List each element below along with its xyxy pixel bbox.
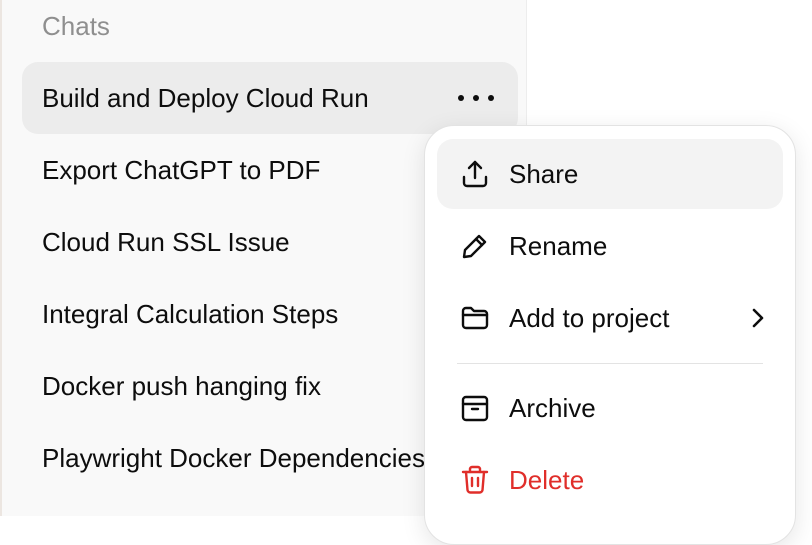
menu-item-delete[interactable]: Delete xyxy=(437,445,783,515)
share-icon xyxy=(462,160,488,188)
chevron-right-icon xyxy=(752,308,764,328)
menu-item-label: Rename xyxy=(509,231,608,261)
chat-item-label: Cloud Run SSL Issue xyxy=(42,227,290,257)
pencil-icon xyxy=(462,234,487,259)
chat-context-menu: Share Rename Add to project Archive Dele… xyxy=(424,125,796,545)
menu-item-label: Share xyxy=(509,159,579,189)
trash-icon xyxy=(461,465,489,494)
chat-item-build-deploy-cloud-run[interactable]: Build and Deploy Cloud Run xyxy=(22,62,518,134)
menu-item-archive[interactable]: Archive xyxy=(437,373,783,443)
chat-item-label: Export ChatGPT to PDF xyxy=(42,155,321,185)
folder-icon xyxy=(461,306,489,330)
chat-item-label: Playwright Docker Dependencies xyxy=(42,443,425,473)
chat-item-label: Integral Calculation Steps xyxy=(42,299,339,329)
more-options-icon[interactable] xyxy=(458,86,494,110)
menu-item-label: Delete xyxy=(509,465,585,495)
chat-item-label: Docker push hanging fix xyxy=(42,371,321,401)
chats-section-label: Chats xyxy=(42,11,110,41)
menu-item-rename[interactable]: Rename xyxy=(437,211,783,281)
menu-item-label: Add to project xyxy=(509,303,670,333)
menu-item-add-to-project[interactable]: Add to project xyxy=(437,283,783,353)
menu-item-label: Archive xyxy=(509,393,596,423)
chat-item-label: Build and Deploy Cloud Run xyxy=(42,83,369,113)
menu-item-share[interactable]: Share xyxy=(437,139,783,209)
menu-divider xyxy=(457,363,763,364)
archive-icon xyxy=(461,395,489,422)
